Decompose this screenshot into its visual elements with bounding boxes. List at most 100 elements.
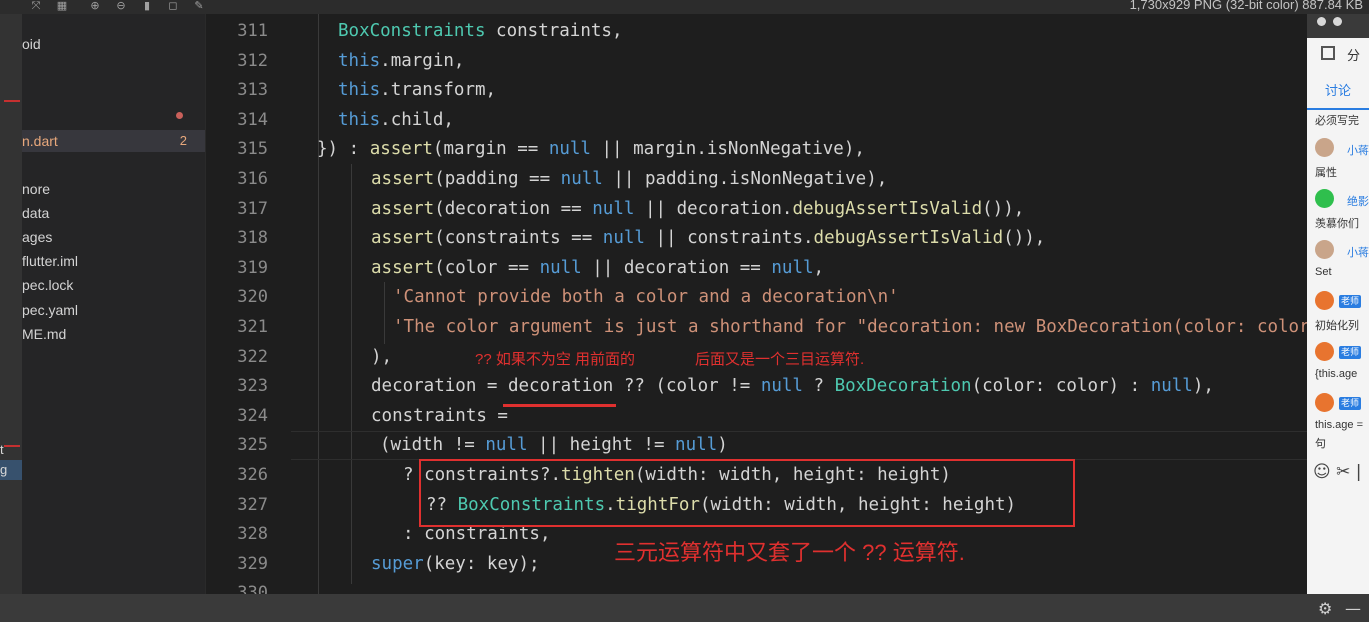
teacher-badge: 老师 — [1339, 295, 1362, 308]
file-label: n.dart — [22, 133, 58, 149]
code-line: BoxConstraints constraints, — [338, 21, 623, 41]
file-item[interactable]: oid — [22, 33, 205, 55]
window-dot — [1317, 17, 1326, 26]
histogram-icon[interactable]: ▮ — [140, 0, 154, 12]
line-number: 314 — [237, 109, 268, 130]
discussion-panel: 分 讨论 必须写完 小蒋 属性 绝影 羡慕你们 小蒋 Set 老师 初始化列 老… — [1307, 14, 1369, 594]
file-label: nore — [22, 181, 51, 197]
code-line: assert(constraints == null || constraint… — [371, 228, 1046, 249]
file-explorer: oid n.dart 2 nore data ages flutter.iml … — [22, 14, 205, 594]
comment-text: 句 — [1315, 438, 1326, 450]
file-item[interactable]: data — [22, 202, 205, 224]
code-editor[interactable]: BoxConstraints constraints, this.margin,… — [291, 14, 1307, 594]
modified-dot — [176, 112, 183, 119]
code-line: 'The color argument is just a shorthand … — [393, 317, 1307, 337]
file-item[interactable]: pec.lock — [22, 274, 205, 296]
line-number: 322 — [237, 346, 268, 367]
grid-icon[interactable]: ▦ — [55, 0, 69, 12]
indent-guide — [351, 164, 352, 584]
line-number: 316 — [237, 169, 268, 189]
comment-text: {this.age — [1315, 368, 1358, 380]
comment-text: this.age = — [1315, 419, 1364, 431]
annotation-underline — [503, 404, 616, 407]
line-number: 323 — [237, 376, 268, 397]
comment-text: 羡慕你们 — [1315, 218, 1359, 230]
minimize-icon[interactable]: — — [1345, 599, 1361, 618]
annotation-note: ?? 如果不为空 用前面的 — [475, 351, 636, 368]
edit-icon[interactable]: ✎ — [192, 0, 206, 12]
line-number: 315 — [237, 139, 268, 160]
image-info: 1,730x929 PNG (32-bit color) 887.84 KB — [1129, 0, 1363, 12]
wechat-icon — [1315, 189, 1334, 208]
activity-strip: t g — [0, 14, 22, 594]
fit-icon[interactable]: ⤧ — [29, 0, 43, 12]
problem-badge: 2 — [179, 133, 187, 148]
split-label: 分 — [1347, 48, 1361, 63]
code-line: assert(decoration == null || decoration.… — [371, 198, 1025, 219]
settings-icon[interactable]: ⚙ — [1318, 599, 1332, 618]
line-number: 312 — [237, 50, 268, 71]
file-item[interactable]: ages — [22, 226, 205, 248]
comment-text: 初始化列 — [1315, 320, 1359, 332]
file-label: data — [22, 205, 50, 221]
line-number: 326 — [237, 465, 268, 485]
file-label: ME.md — [22, 326, 67, 342]
line-number: 329 — [237, 553, 268, 574]
annotation-note: 后面又是一个三目运算符. — [695, 351, 865, 368]
strip-label: g — [0, 462, 8, 477]
file-item[interactable]: ME.md — [22, 323, 205, 345]
file-item[interactable]: flutter.iml — [22, 250, 205, 272]
zoom-in-icon[interactable]: ⊕ — [88, 0, 102, 12]
code-line: constraints = — [371, 405, 508, 426]
strip-label: t — [0, 442, 4, 457]
file-label: flutter.iml — [22, 253, 79, 269]
comment-text: Set — [1315, 266, 1332, 278]
file-item[interactable]: nore — [22, 178, 205, 200]
avatar — [1315, 393, 1334, 412]
code-line: }) : assert(margin == null || margin.isN… — [317, 139, 865, 160]
zoom-out-icon[interactable]: ⊖ — [114, 0, 128, 12]
comment-author: 小蒋 — [1347, 247, 1369, 259]
annotation-box — [419, 459, 1075, 527]
marker — [4, 100, 20, 102]
avatar — [1315, 291, 1334, 310]
code-line: assert(padding == null || padding.isNonN… — [371, 169, 888, 189]
teacher-badge: 老师 — [1339, 397, 1362, 410]
line-number: 324 — [237, 405, 268, 426]
line-number: 313 — [237, 80, 268, 101]
line-number: 328 — [237, 524, 268, 545]
avatar — [1315, 138, 1334, 157]
emoji-scissors-icons[interactable]: ☺ ✂ | — [1313, 462, 1362, 482]
file-item[interactable]: pec.yaml — [22, 299, 205, 321]
comment-author: 小蒋 — [1347, 145, 1369, 157]
line-number: 327 — [237, 494, 268, 515]
comment-text: 必须写完 — [1315, 115, 1359, 127]
split-view-button[interactable]: 分 — [1307, 38, 1369, 72]
file-label: pec.yaml — [22, 302, 79, 318]
code-line: (width != null || height != null) — [380, 435, 728, 456]
line-number: 311 — [237, 21, 268, 41]
file-label: oid — [22, 36, 41, 52]
crop-icon[interactable]: ◻ — [166, 0, 180, 12]
comment-text: 属性 — [1315, 167, 1337, 179]
line-number-gutter: 311 312 313 314 315 316 317 318 319 320 … — [205, 14, 291, 603]
line-number: 320 — [237, 287, 268, 308]
panel-header — [1307, 14, 1369, 38]
code-line: 'Cannot provide both a color and a decor… — [393, 287, 899, 308]
line-number: 321 — [237, 317, 268, 337]
tab-discussion[interactable]: 讨论 — [1307, 74, 1369, 110]
line-number: 318 — [237, 228, 268, 249]
file-item-active[interactable]: n.dart 2 — [22, 130, 205, 152]
teacher-badge: 老师 — [1339, 346, 1362, 359]
file-label: ages — [22, 229, 53, 245]
annotation-note: 三元运算符中又套了一个 ?? 运算符. — [614, 540, 965, 565]
code-line: ), — [371, 346, 393, 367]
line-number: 325 — [237, 435, 268, 456]
code-line: assert(color == null || decoration == nu… — [371, 257, 825, 278]
avatar — [1315, 240, 1334, 259]
comment-author: 绝影 — [1347, 196, 1369, 208]
indent-guide — [384, 282, 385, 344]
code-line: decoration = decoration ?? (color != nul… — [371, 376, 1214, 397]
line-number: 319 — [237, 257, 268, 278]
code-line: super(key: key); — [371, 553, 540, 574]
